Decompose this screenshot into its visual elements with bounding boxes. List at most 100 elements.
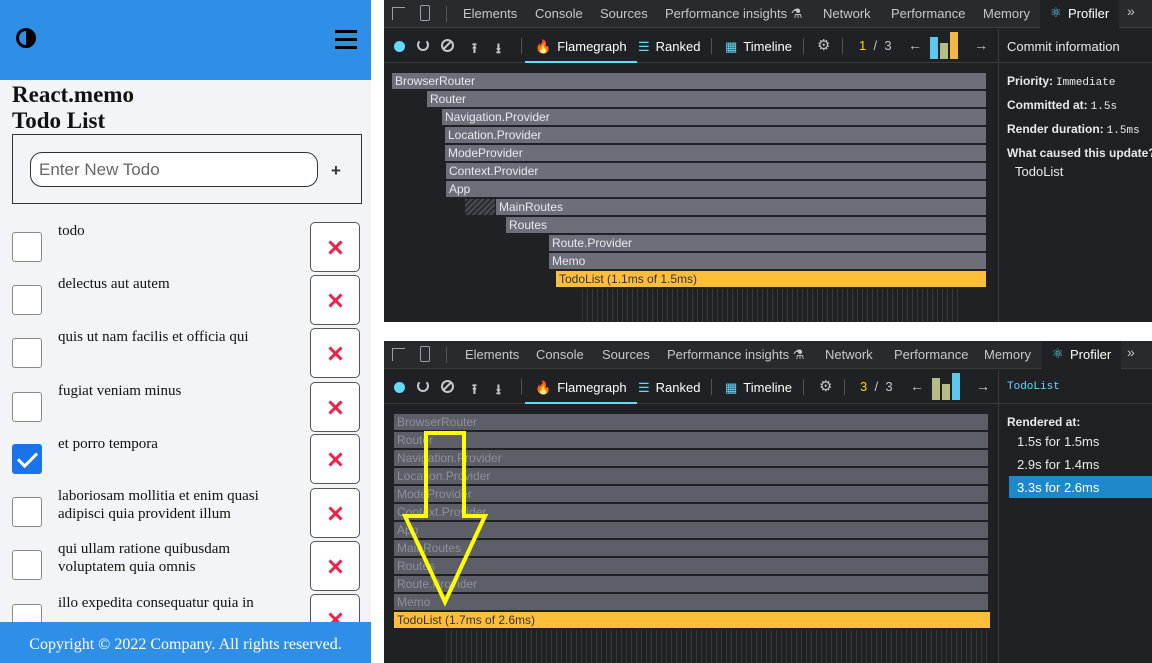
tab-flamegraph[interactable]: 🔥 Flamegraph (525, 370, 637, 404)
flamegraph-label: Flamegraph (557, 380, 627, 395)
todo-checkbox[interactable] (12, 285, 42, 315)
tab-memory[interactable]: Memory (983, 6, 1030, 21)
commit-bar-2[interactable] (940, 43, 948, 59)
flame-hatch (465, 199, 495, 215)
commit-bar-1[interactable] (932, 378, 940, 400)
tab-console[interactable]: Console (536, 347, 584, 362)
flame-node[interactable]: Routes (506, 217, 987, 233)
next-commit-icon[interactable]: → (976, 378, 990, 394)
tab-console[interactable]: Console (535, 6, 583, 21)
devtools-tab-bar: Elements Console Sources Performance ins… (384, 0, 1152, 28)
inspect-element-icon[interactable] (392, 348, 405, 361)
todo-item: laboriosam mollitia et enim quasi adipis… (0, 487, 371, 540)
commit-counter: 3 / 3 (860, 379, 893, 394)
todo-item: qui ullam ratione quibusdam voluptatem q… (0, 540, 371, 593)
delete-todo-button[interactable] (310, 275, 360, 325)
next-commit-icon[interactable]: → (974, 37, 988, 53)
flame-children-hatch (582, 289, 962, 322)
reload-and-profile-icon[interactable] (417, 380, 429, 392)
tab-timeline[interactable]: ▦ Timeline (725, 370, 792, 404)
record-icon[interactable] (394, 41, 405, 52)
flame-node[interactable]: BrowserRouter (394, 414, 989, 430)
todo-checkbox[interactable] (12, 232, 42, 262)
clear-profile-icon[interactable] (441, 39, 454, 52)
flame-node[interactable]: Route.Provider (549, 235, 987, 251)
delete-todo-button[interactable] (310, 541, 360, 591)
reload-and-profile-icon[interactable] (417, 39, 429, 51)
tab-profiler[interactable]: Profiler (1040, 0, 1120, 28)
flame-node[interactable]: Location.Provider (445, 127, 987, 143)
flame-node[interactable]: BrowserRouter (392, 73, 987, 89)
delete-todo-button[interactable] (310, 434, 360, 484)
flame-node[interactable]: App (446, 181, 987, 197)
delete-todo-button[interactable] (310, 382, 360, 432)
tab-performance-insights[interactable]: Performance insights ⚗ (667, 347, 804, 363)
tab-performance[interactable]: Performance (894, 347, 968, 362)
load-profile-icon[interactable]: ⭱ (472, 38, 477, 62)
add-todo-button[interactable]: + (331, 161, 341, 181)
render-entry-selected[interactable]: 3.3s for 2.6ms (1009, 476, 1152, 498)
device-toggle-icon[interactable] (420, 5, 430, 21)
render-entry[interactable]: 1.5s for 1.5ms (1009, 430, 1152, 452)
inspect-element-icon[interactable] (392, 7, 405, 20)
tab-network[interactable]: Network (825, 347, 873, 362)
save-profile-icon[interactable]: ⭳ (496, 379, 501, 403)
todo-text: et porro tempora (58, 436, 158, 452)
new-todo-input[interactable] (30, 152, 318, 187)
tab-profiler[interactable]: Profiler (1042, 341, 1122, 369)
theme-toggle-icon[interactable] (16, 28, 36, 48)
priority-label: Priority: (1007, 74, 1054, 88)
commit-bar-2[interactable] (942, 384, 950, 400)
tab-network[interactable]: Network (823, 6, 871, 21)
delete-todo-button[interactable] (310, 222, 360, 272)
priority-row: Priority: Immediate (1007, 74, 1115, 89)
commit-bar-3[interactable] (950, 32, 958, 59)
todo-item: quis ut nam facilis et officia qui (0, 328, 371, 381)
todo-checkbox[interactable] (12, 497, 42, 527)
delete-todo-button[interactable] (310, 328, 360, 378)
commit-information-panel: Commit information Priority: Immediate Co… (998, 29, 1152, 322)
panel-title: Commit information (999, 29, 1152, 63)
more-tabs-icon[interactable]: » (1127, 3, 1135, 19)
tab-timeline[interactable]: ▦ Timeline (725, 29, 792, 63)
settings-gear-icon[interactable]: ⚙ (817, 36, 830, 54)
tab-sources[interactable]: Sources (602, 347, 650, 362)
previous-commit-icon[interactable]: ← (908, 37, 922, 53)
todo-checkbox[interactable] (12, 338, 42, 368)
tab-elements[interactable]: Elements (465, 347, 519, 362)
flame-node[interactable]: ModeProvider (445, 145, 987, 161)
commit-bar-1[interactable] (930, 37, 938, 59)
tab-sources[interactable]: Sources (600, 6, 648, 21)
previous-commit-icon[interactable]: ← (910, 378, 924, 394)
flame-node[interactable]: Memo (549, 253, 987, 269)
more-tabs-icon[interactable]: » (1127, 344, 1135, 360)
delete-todo-button[interactable] (310, 488, 360, 538)
clear-profile-icon[interactable] (441, 380, 454, 393)
save-profile-icon[interactable]: ⭳ (496, 38, 501, 62)
tab-performance-insights[interactable]: Performance insights ⚗ (665, 6, 802, 22)
hamburger-menu-icon[interactable] (335, 30, 357, 49)
todo-checkbox[interactable] (12, 550, 42, 580)
flame-node[interactable]: Navigation.Provider (442, 109, 987, 125)
todo-checkbox-checked[interactable] (12, 444, 42, 474)
cause-component[interactable]: TodoList (1015, 164, 1063, 179)
load-profile-icon[interactable]: ⭱ (472, 379, 477, 403)
render-entry[interactable]: 2.9s for 1.4ms (1009, 453, 1152, 475)
settings-gear-icon[interactable]: ⚙ (819, 377, 832, 395)
tab-ranked[interactable]: ☰ Ranked (638, 370, 700, 404)
commit-bar-3[interactable] (952, 373, 960, 400)
device-toggle-icon[interactable] (420, 346, 430, 362)
tab-performance[interactable]: Performance (891, 6, 965, 21)
flame-node[interactable]: Context.Provider (446, 163, 987, 179)
tab-elements[interactable]: Elements (463, 6, 517, 21)
tab-flamegraph[interactable]: 🔥 Flamegraph (525, 29, 637, 63)
flame-node[interactable]: Router (427, 91, 987, 107)
todo-checkbox[interactable] (12, 392, 42, 422)
record-icon[interactable] (394, 382, 405, 393)
flame-node-highlighted[interactable]: TodoList (1.1ms of 1.5ms) (556, 271, 987, 287)
flame-node-highlighted[interactable]: TodoList (1.7ms of 2.6ms) (394, 612, 991, 628)
tab-memory[interactable]: Memory (984, 347, 1031, 362)
flame-node[interactable]: MainRoutes (496, 199, 987, 215)
todo-text: illo expedita consequatur quia in (58, 595, 254, 611)
tab-ranked[interactable]: ☰ Ranked (638, 29, 700, 63)
